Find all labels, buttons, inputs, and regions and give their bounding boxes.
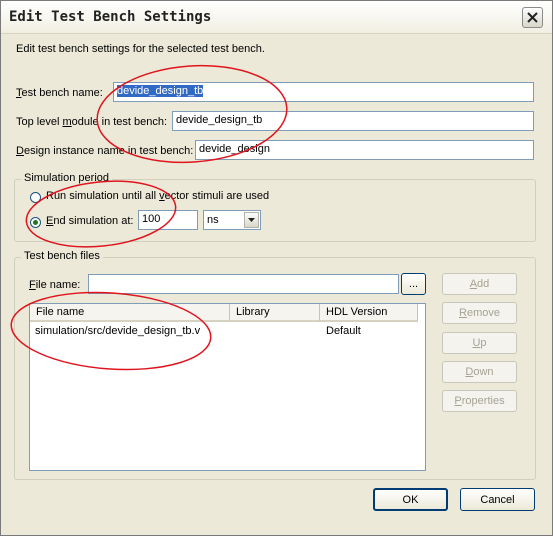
close-icon <box>527 12 538 23</box>
browse-button[interactable]: ... <box>401 273 426 295</box>
time-unit-select[interactable]: ns <box>203 210 261 230</box>
dialog-window: Edit Test Bench Settings Edit test bench… <box>0 0 553 536</box>
tb-files-title: Test bench files <box>21 250 103 262</box>
cancel-button[interactable]: Cancel <box>460 488 535 511</box>
end-time-input[interactable]: 100 <box>138 210 198 230</box>
add-button[interactable]: Add <box>442 273 517 295</box>
run-all-radio[interactable] <box>30 192 41 203</box>
instance-input[interactable]: devide_design <box>195 140 534 160</box>
title-bar[interactable]: Edit Test Bench Settings <box>1 1 552 34</box>
dialog-title: Edit Test Bench Settings <box>9 9 212 25</box>
end-time-value: 100 <box>142 213 161 225</box>
top-module-value: devide_design_tb <box>176 114 263 126</box>
row-file-name[interactable]: simulation/src/devide_design_tb.v <box>35 325 200 337</box>
simulation-period-title: Simulation period <box>21 172 112 184</box>
remove-button[interactable]: Remove <box>442 302 517 324</box>
end-at-radio[interactable] <box>30 217 41 228</box>
simulation-period-group <box>14 179 536 242</box>
dialog-description: Edit test bench settings for the selecte… <box>16 43 265 55</box>
top-module-label: Top level module in test bench: <box>16 116 168 128</box>
down-button[interactable]: Down <box>442 361 517 383</box>
tb-name-input[interactable]: devide_design_tb <box>113 82 534 102</box>
tb-name-value: devide_design_tb <box>117 85 204 97</box>
time-unit-value: ns <box>207 214 219 226</box>
run-all-label[interactable]: Run simulation until all vector stimuli … <box>46 190 269 202</box>
column-file-name[interactable]: File name <box>30 304 230 322</box>
column-library[interactable]: Library <box>230 304 320 322</box>
column-hdl-version[interactable]: HDL Version <box>320 304 418 322</box>
ok-button[interactable]: OK <box>373 488 448 511</box>
file-name-input[interactable] <box>88 274 399 294</box>
close-button[interactable] <box>522 7 543 28</box>
properties-button[interactable]: Properties <box>442 390 517 412</box>
instance-label: Design instance name in test bench: <box>16 145 194 157</box>
end-at-label[interactable]: End simulation at: <box>46 215 133 227</box>
up-button[interactable]: Up <box>442 332 517 354</box>
row-hdl-version[interactable]: Default <box>326 325 361 337</box>
chevron-down-icon[interactable] <box>244 212 259 228</box>
instance-value: devide_design <box>199 143 270 155</box>
tb-name-label: Test bench name: <box>16 87 103 99</box>
file-name-label: File name: <box>29 279 81 291</box>
tb-files-list[interactable]: File name Library HDL Version simulation… <box>29 303 426 471</box>
top-module-input[interactable]: devide_design_tb <box>172 111 534 131</box>
